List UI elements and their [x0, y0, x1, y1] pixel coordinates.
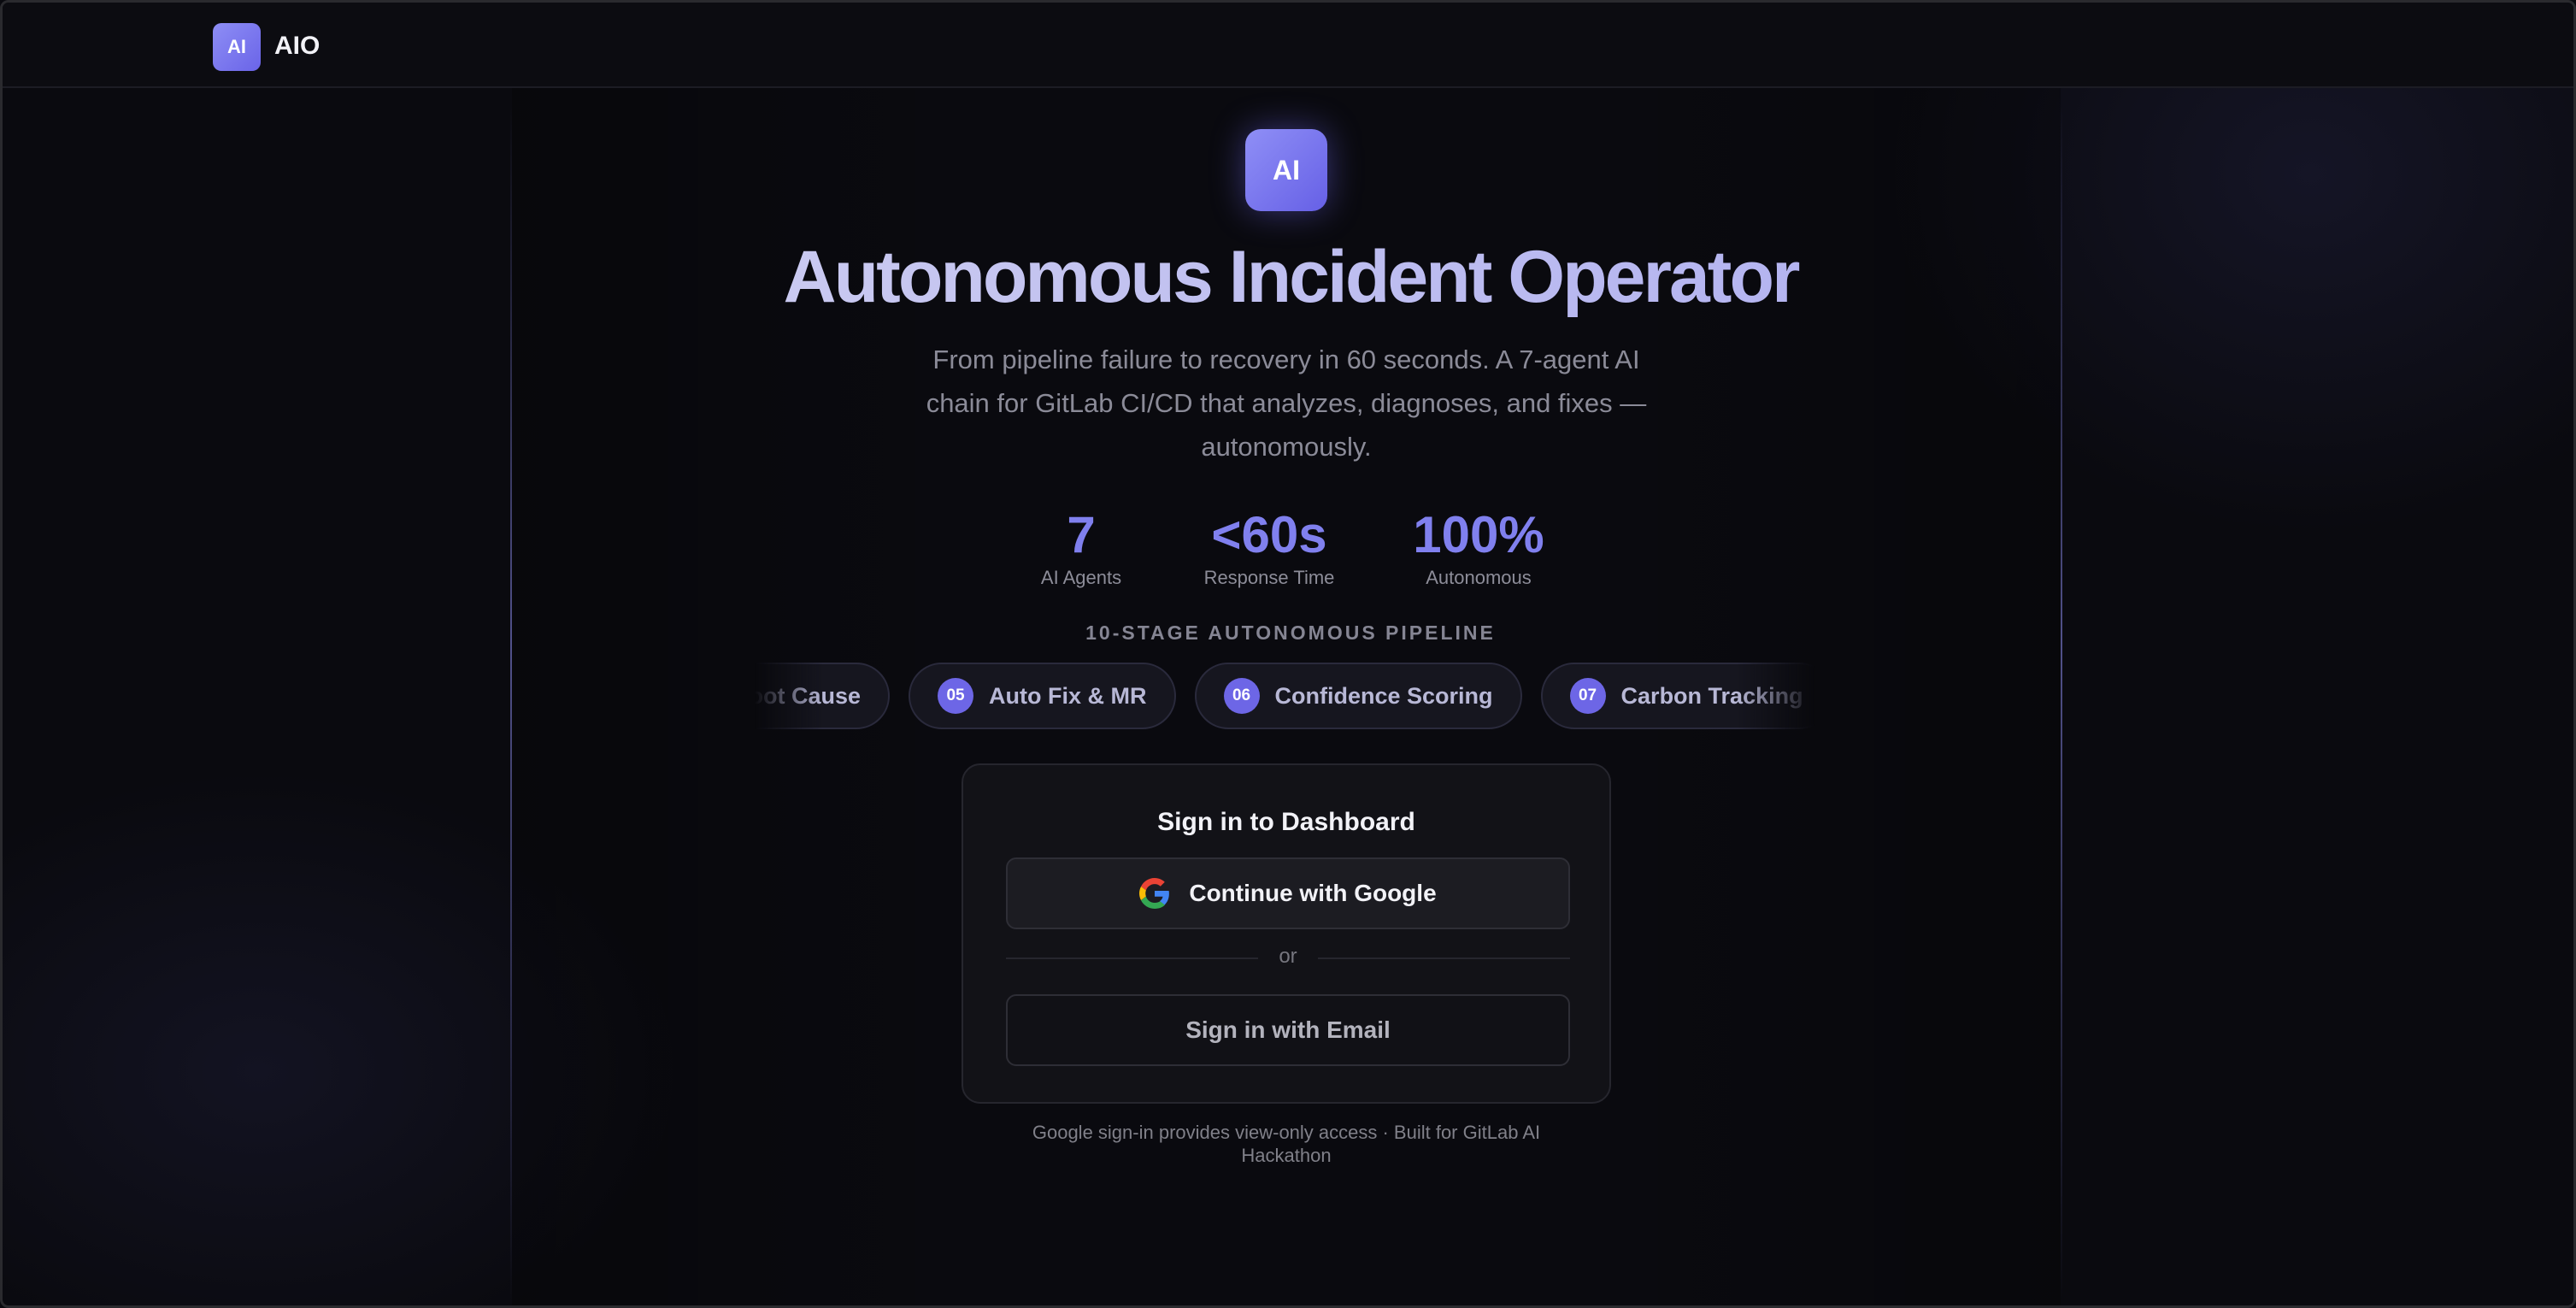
- stat-label: Autonomous: [1426, 567, 1532, 588]
- stage-number: 06: [1223, 678, 1260, 714]
- stat-agents: 7 AI Agents: [1000, 505, 1162, 589]
- footnote: Google sign-in provides view-only access…: [1032, 1122, 1541, 1166]
- pipeline-heading: 10-STAGE AUTONOMOUS PIPELINE: [1085, 622, 1496, 644]
- stage-label: Root Cause: [755, 682, 862, 709]
- google-icon: [1139, 878, 1170, 909]
- page-title: Autonomous Incident Operator: [3, 235, 2573, 320]
- brand-name[interactable]: AIO: [274, 32, 320, 61]
- stat-value: 100%: [1413, 506, 1544, 563]
- stat-value: 7: [1067, 506, 1096, 563]
- stage-label: Auto Fix & MR: [989, 682, 1147, 709]
- pipeline-stage[interactable]: 07 Carbon Tracking: [1540, 663, 1814, 729]
- stage-number: 05: [938, 678, 974, 714]
- stat-autonomous: 100% Autonomous: [1376, 505, 1581, 589]
- signin-card: Sign in to Dashboard Continue with Googl…: [962, 763, 1611, 1104]
- divider: or: [1006, 945, 1570, 970]
- email-signin-button[interactable]: Sign in with Email: [1006, 994, 1570, 1066]
- pipeline-track: 04 Root Cause 05 Auto Fix & MR 06 Confid…: [755, 663, 1814, 729]
- top-bar: AI AIO: [3, 3, 2573, 88]
- stage-label: Carbon Tracking: [1620, 682, 1803, 709]
- stage-number: 07: [1569, 678, 1606, 714]
- pipeline-stage[interactable]: 06 Confidence Scoring: [1194, 663, 1522, 729]
- divider-text: or: [1279, 945, 1297, 968]
- app-window: AI AIO AI Autonomous Incident Operator F…: [0, 0, 2576, 1308]
- pipeline-stage[interactable]: 05 Auto Fix & MR: [909, 663, 1176, 729]
- stat-value: <60s: [1211, 506, 1327, 563]
- brand-logo[interactable]: AI: [213, 23, 261, 71]
- signin-title: Sign in to Dashboard: [1157, 808, 1415, 836]
- stat-response-time: <60s Response Time: [1162, 505, 1376, 589]
- stats-row: 7 AI Agents <60s Response Time 100% Auto…: [3, 505, 2573, 589]
- stage-label: Confidence Scoring: [1274, 682, 1493, 709]
- pipeline-stage[interactable]: 04 Root Cause: [755, 663, 891, 729]
- pipeline-carousel: 04 Root Cause 05 Auto Fix & MR 06 Confid…: [755, 663, 1814, 731]
- google-signin-button[interactable]: Continue with Google: [1006, 857, 1570, 929]
- google-signin-label: Continue with Google: [1189, 880, 1437, 906]
- hero-subtitle: From pipeline failure to recovery in 60 …: [926, 345, 1647, 462]
- stat-label: Response Time: [1203, 567, 1335, 588]
- stat-label: AI Agents: [1040, 567, 1122, 588]
- email-signin-label: Sign in with Email: [1185, 1016, 1391, 1043]
- hero-logo-icon: AI: [1245, 129, 1327, 211]
